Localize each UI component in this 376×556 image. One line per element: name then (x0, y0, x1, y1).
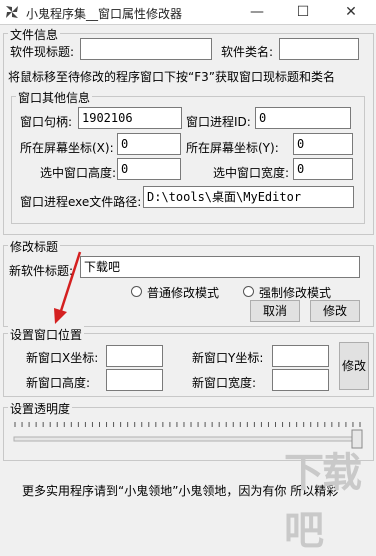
screen-y-field[interactable]: 0 (293, 133, 353, 155)
new-y-label: 新窗口Y坐标: (192, 351, 264, 365)
transparency-group-label: 设置透明度 (8, 400, 73, 417)
other-info-group-label: 窗口其他信息 (16, 89, 93, 106)
class-name-field[interactable] (279, 38, 359, 60)
screen-x-field[interactable]: 0 (117, 133, 181, 155)
pinwheel-icon (6, 6, 18, 18)
new-x-field[interactable] (106, 345, 163, 367)
new-height-field[interactable] (106, 369, 163, 391)
pid-label: 窗口进程ID: (186, 115, 251, 129)
f3-hint-text: 将鼠标移至待修改的程序窗口下按“F3”获取窗口现标题和类名 (8, 70, 335, 84)
force-mode-radio[interactable] (243, 286, 254, 297)
modify-title-button[interactable]: 修改 (310, 300, 360, 322)
normal-mode-radio[interactable] (131, 286, 142, 297)
selected-height-label: 选中窗口高度: (40, 166, 117, 180)
minimize-button[interactable]: — (240, 0, 274, 24)
annotation-arrow-icon (54, 251, 82, 324)
close-button[interactable]: ✕ (334, 0, 368, 24)
pid-field[interactable]: 0 (255, 107, 351, 129)
handle-field[interactable]: 1902106 (78, 107, 182, 129)
normal-mode-label: 普通修改模式 (147, 286, 220, 300)
title-bar: 小鬼程序集__窗口属性修改器 — ☐ ✕ (0, 0, 376, 25)
screen-x-label: 所在屏幕坐标(X): (20, 141, 114, 155)
new-width-label: 新窗口宽度: (192, 376, 257, 390)
new-x-label: 新窗口X坐标: (26, 351, 99, 365)
selected-width-field[interactable]: 0 (293, 158, 353, 180)
new-y-field[interactable] (272, 345, 329, 367)
cancel-button[interactable]: 取消 (250, 300, 300, 322)
exe-path-label: 窗口进程exe文件路径: (20, 195, 142, 209)
force-mode-label: 强制修改模式 (259, 286, 332, 300)
software-title-field[interactable] (80, 38, 212, 60)
selected-height-field[interactable]: 0 (117, 158, 181, 180)
new-width-field[interactable] (272, 369, 329, 391)
software-title-label: 软件现标题: (10, 45, 75, 59)
file-info-group-label: 文件信息 (8, 26, 61, 43)
watermark-logo: 下载吧 (284, 450, 362, 554)
new-title-field[interactable]: 下载吧 (80, 256, 360, 278)
exe-path-field[interactable]: D:\tools\桌面\MyEditor (143, 186, 354, 208)
screen-y-label: 所在屏幕坐标(Y): (186, 141, 279, 155)
class-name-label: 软件类名: (221, 45, 274, 59)
modify-position-button[interactable]: 修改 (339, 342, 369, 390)
window-title: 小鬼程序集__窗口属性修改器 (26, 7, 183, 21)
maximize-button[interactable]: ☐ (286, 0, 320, 24)
handle-label: 窗口句柄: (20, 115, 73, 129)
selected-width-label: 选中窗口宽度: (213, 166, 290, 180)
new-height-label: 新窗口高度: (26, 376, 91, 390)
slider-ticks (14, 422, 361, 427)
